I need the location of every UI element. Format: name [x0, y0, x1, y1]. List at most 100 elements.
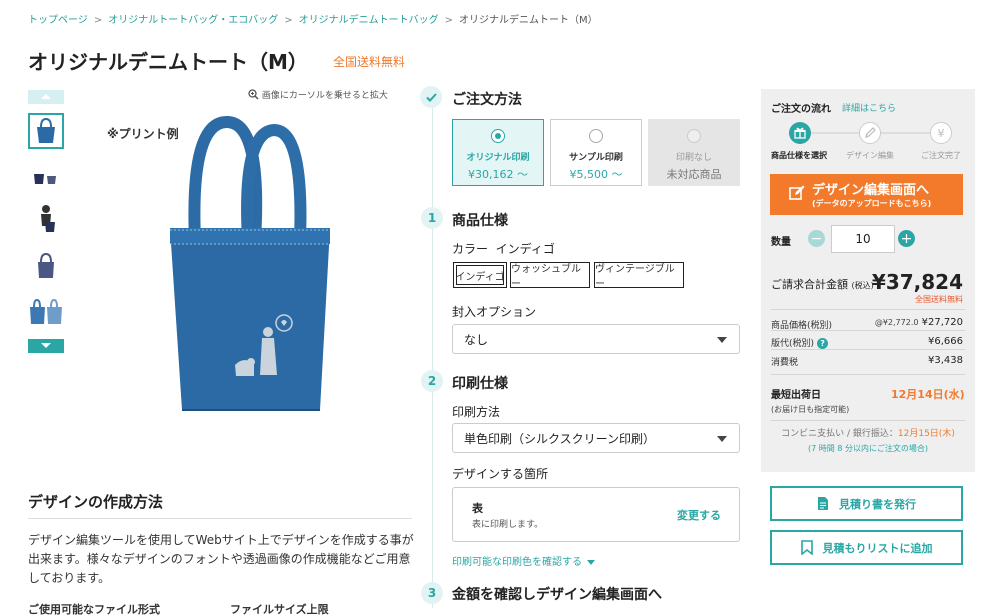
- convenience-payment-prefix: コンビニ支払い / 銀行振込：: [781, 429, 898, 439]
- confirm-title: 金額を確認しデザイン編集画面へ: [452, 587, 662, 603]
- tax-label: 消費税: [771, 358, 799, 368]
- radio-selected-icon: [491, 129, 505, 143]
- item-price-value: @¥2,772.0 ¥27,720: [875, 317, 963, 328]
- add-to-quote-list-button[interactable]: 見積もりリストに追加: [770, 530, 963, 565]
- thumbnail-5[interactable]: [28, 293, 64, 329]
- denim-tote-image: [170, 116, 330, 411]
- print-fee-label: 版代(税別)?: [771, 336, 829, 349]
- caret-down-icon: [717, 337, 727, 343]
- tax-value: ¥3,438: [928, 355, 963, 366]
- zoom-hint: 画像にカーソルを乗せると拡大: [248, 88, 388, 101]
- caret-down-icon: [717, 436, 727, 442]
- order-method-price: ¥5,500 〜: [569, 168, 623, 181]
- color-swatch-wash-blue[interactable]: ウォッシュブルー: [510, 262, 590, 290]
- order-method-price: 未対応商品: [666, 168, 722, 181]
- print-colors-link-text: 印刷可能な印刷色を確認する: [452, 557, 582, 568]
- radio-icon: [589, 129, 603, 143]
- color-label: カラー インディゴ: [452, 240, 555, 257]
- change-location-link[interactable]: 変更する: [677, 507, 721, 523]
- breadcrumb-separator: >: [93, 15, 103, 26]
- breadcrumb-link-top[interactable]: トップページ: [28, 15, 88, 26]
- thumbnail-scroll-up-button[interactable]: [28, 90, 64, 104]
- order-method-name: サンプル印刷: [569, 153, 623, 163]
- item-price-total: ¥27,720: [921, 317, 963, 328]
- breadcrumb-current: オリジナルデニムトート（M）: [458, 15, 598, 26]
- print-colors-link[interactable]: 印刷可能な印刷色を確認する: [452, 553, 595, 568]
- thumbnail-4[interactable]: [28, 248, 64, 284]
- free-shipping-badge: 全国送料無料: [333, 55, 406, 69]
- breadcrumb-separator: >: [444, 15, 453, 26]
- design-editor-button[interactable]: デザイン編集画面へ (データのアップロードもこちら): [770, 174, 963, 215]
- quantity-label: 数量: [771, 237, 791, 248]
- quantity-minus-button[interactable]: −: [808, 230, 825, 247]
- shipping-sub: (お届け日も指定可能): [771, 405, 850, 414]
- order-method-no-print: 印刷なし 未対応商品: [648, 119, 740, 186]
- order-method-name: 印刷なし: [675, 153, 712, 163]
- total-price: ¥37,824: [871, 270, 963, 294]
- edit-icon: [789, 185, 805, 204]
- thumbnail-1[interactable]: [28, 113, 64, 149]
- item-unit-price: @¥2,772.0: [874, 318, 919, 327]
- total-tax-note: (税込): [851, 281, 874, 290]
- total-label-text: ご請求合計金額: [771, 278, 848, 291]
- thumbnail-3[interactable]: [28, 202, 64, 238]
- help-icon[interactable]: ?: [817, 338, 829, 349]
- flow-step-label: ご注文完了: [921, 151, 961, 160]
- divider: [28, 518, 412, 519]
- thumbnail-scroll-down-button[interactable]: [28, 339, 64, 353]
- flow-title: ご注文の流れ: [771, 104, 831, 115]
- tote-thumb-icon: [38, 252, 54, 278]
- convenience-payment-line: コンビニ支払い / 銀行振込：12月15日(木): [761, 426, 975, 439]
- step-number-badge: 2: [421, 370, 443, 392]
- print-spec-title: 印刷仕様: [452, 376, 508, 392]
- model-thumb-icon: [41, 205, 55, 232]
- issue-quote-label: 見積り書を発行: [839, 497, 916, 511]
- wrap-option-value: なし: [464, 332, 489, 347]
- radio-disabled-icon: [687, 129, 701, 143]
- order-method-original[interactable]: オリジナル印刷 ¥30,162 〜: [452, 119, 544, 186]
- document-icon: [817, 496, 829, 511]
- print-method-label: 印刷方法: [452, 405, 501, 419]
- add-to-quote-list-label: 見積もりリストに追加: [822, 541, 933, 555]
- divider: [771, 309, 965, 310]
- bookmark-icon: [800, 540, 813, 555]
- quantity-input[interactable]: 10: [831, 225, 895, 253]
- thumbnail-2[interactable]: [28, 158, 64, 194]
- convenience-payment-date: 12月15日(木): [897, 429, 955, 439]
- order-method-name: オリジナル印刷: [466, 153, 530, 163]
- order-flow-panel: ご注文の流れ 詳細はこちら ¥ 商品仕様を選択 デザイン編集 ご注文完了 デザイ…: [761, 89, 975, 472]
- order-method-price: ¥30,162 〜: [468, 168, 528, 181]
- color-current-value: インディゴ: [495, 242, 555, 256]
- flow-step-label: 商品仕様を選択: [771, 151, 827, 160]
- quantity-plus-button[interactable]: +: [898, 230, 915, 247]
- print-location-box: 表 表に印刷します。 変更する: [452, 487, 740, 542]
- tote-thumb-icon: [37, 118, 55, 143]
- print-method-select[interactable]: 単色印刷（シルクスクリーン印刷）: [452, 423, 740, 453]
- flow-detail-link[interactable]: 詳細はこちら: [842, 101, 896, 114]
- order-method-sample[interactable]: サンプル印刷 ¥5,500 〜: [550, 119, 642, 186]
- tote-thumb-icon: [30, 298, 62, 324]
- zoom-icon: [248, 89, 262, 101]
- color-swatch-vintage-blue[interactable]: ヴィンテージブルー: [594, 262, 684, 290]
- color-swatch-indigo[interactable]: インディゴ: [453, 262, 507, 288]
- flow-progress-line: [873, 132, 935, 134]
- breadcrumb-link-totebags[interactable]: オリジナルトートバッグ・エコバッグ: [108, 15, 278, 26]
- print-location-desc: 表に印刷します。: [472, 520, 544, 530]
- breadcrumb-link-denim[interactable]: オリジナルデニムトートバッグ: [299, 15, 439, 26]
- design-editor-button-sublabel: (データのアップロードもこちら): [812, 199, 932, 208]
- howto-text: デザイン編集ツールを使用してWebサイト上でデザインを作成する事が出来ます。様々…: [28, 533, 414, 585]
- step-check-icon: [420, 86, 442, 108]
- gift-icon: [789, 122, 811, 144]
- step-connector-line: [432, 108, 433, 608]
- divider: [771, 330, 965, 331]
- wrap-option-label: 封入オプション: [452, 305, 537, 319]
- total-free-shipping: 全国送料無料: [915, 295, 963, 304]
- total-label: ご請求合計金額 (税込): [771, 276, 874, 292]
- wrap-option-select[interactable]: なし: [452, 324, 740, 354]
- step-number-badge: 3: [421, 582, 443, 604]
- howto-title: デザインの作成方法: [28, 493, 164, 511]
- print-fee-value: ¥6,666: [928, 336, 963, 347]
- issue-quote-button[interactable]: 見積り書を発行: [770, 486, 963, 521]
- step-number-badge: 1: [421, 207, 443, 229]
- product-main-image[interactable]: [150, 110, 360, 420]
